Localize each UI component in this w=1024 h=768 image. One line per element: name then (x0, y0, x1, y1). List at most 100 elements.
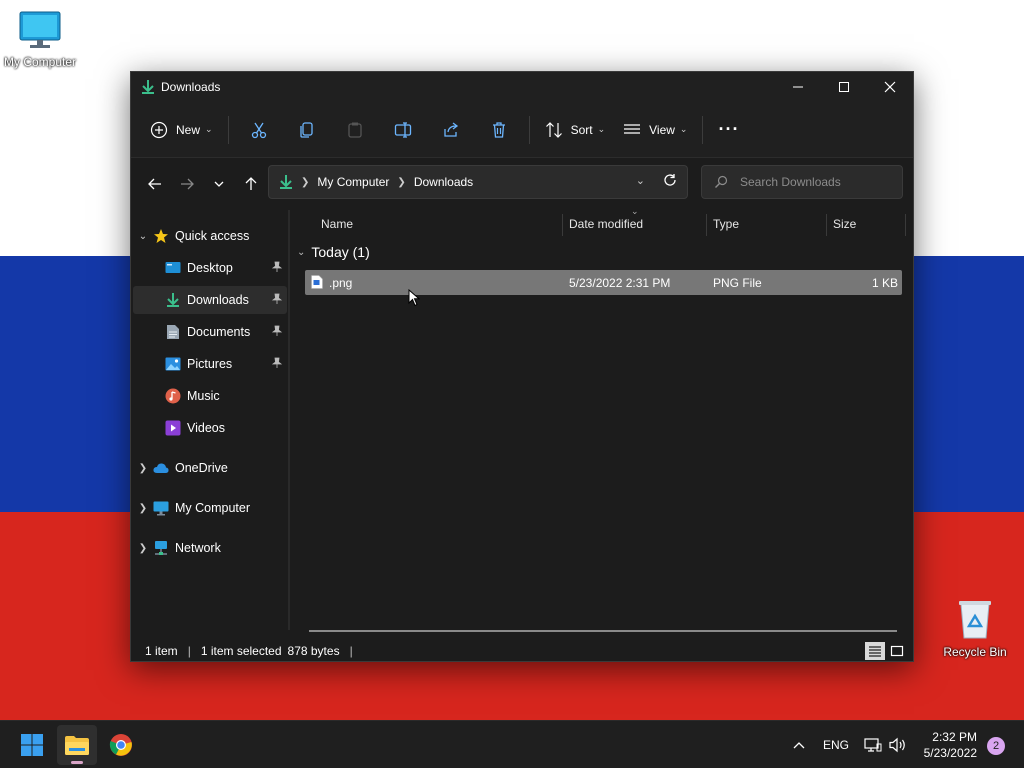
chevron-down-icon: ⌄ (597, 124, 606, 134)
recent-locations-button[interactable] (203, 169, 235, 199)
desktop-icon-label: Recycle Bin (943, 645, 1007, 659)
monitor-icon (153, 500, 169, 516)
status-divider: | (187, 644, 191, 658)
chevron-right-icon[interactable]: ❯ (133, 543, 153, 554)
monitor-icon (19, 11, 61, 48)
clock[interactable]: 2:32 PM 5/23/2022 (924, 729, 977, 761)
window-title: Downloads (161, 80, 221, 94)
share-button[interactable] (427, 113, 475, 147)
column-divider[interactable] (706, 214, 707, 236)
search-box[interactable]: Search Downloads (701, 165, 903, 199)
sidebar-item-desktop[interactable]: Desktop (133, 254, 287, 282)
more-options-button[interactable]: ··· (709, 113, 748, 147)
close-button[interactable] (867, 72, 913, 102)
pin-icon[interactable] (271, 261, 283, 276)
sidebar-item-quick-access[interactable]: ⌄ Quick access (133, 222, 287, 250)
pin-icon[interactable] (271, 357, 283, 372)
start-button[interactable] (12, 725, 52, 765)
delete-button[interactable] (475, 113, 523, 147)
sort-button[interactable]: Sort ⌄ (536, 113, 615, 147)
rename-icon (394, 121, 411, 138)
title-bar[interactable]: Downloads (131, 72, 913, 102)
show-hidden-icons-button[interactable] (792, 721, 806, 768)
taskbar-chrome[interactable] (101, 725, 141, 765)
address-history-chevron-icon[interactable]: ⌄ (636, 174, 645, 187)
sidebar-item-label: OneDrive (175, 461, 228, 475)
column-header-name[interactable]: Name (321, 210, 353, 238)
arrow-up-icon (245, 177, 257, 190)
sidebar-item-my-computer[interactable]: ❯ My Computer (133, 494, 287, 522)
search-placeholder: Search Downloads (740, 175, 841, 189)
column-header-size[interactable]: Size (833, 210, 856, 238)
sidebar-item-music[interactable]: Music (133, 382, 287, 410)
sidebar-item-label: Quick access (175, 229, 250, 243)
chevron-down-icon[interactable]: ⌄ (133, 231, 153, 242)
network-status-button[interactable] (864, 721, 882, 768)
sidebar-item-label: Documents (187, 325, 251, 339)
rename-button[interactable] (379, 113, 427, 147)
windows-logo-icon (21, 734, 43, 756)
sidebar-item-documents[interactable]: Documents (133, 318, 287, 346)
view-button[interactable]: View ⌄ (614, 113, 696, 147)
column-divider[interactable] (562, 214, 563, 236)
forward-button[interactable] (171, 169, 203, 199)
file-list: Name Date modified ⌄ Type Size ⌄ Today (… (291, 206, 913, 632)
download-icon (142, 80, 154, 94)
new-button[interactable]: New ⌄ (141, 113, 222, 147)
column-divider[interactable] (826, 214, 827, 236)
paste-button[interactable] (331, 113, 379, 147)
desktop-icon-my-computer[interactable]: My Computer (0, 10, 80, 69)
scissors-icon (251, 122, 266, 138)
pane-splitter[interactable] (288, 210, 290, 630)
chevron-down-icon[interactable]: ⌄ (297, 247, 305, 258)
mouse-cursor-icon (408, 288, 421, 310)
minimize-button[interactable] (775, 72, 821, 102)
group-header-today[interactable]: ⌄ Today (1) (297, 244, 370, 260)
column-header-type[interactable]: Type (713, 210, 739, 238)
details-view-button[interactable] (865, 642, 885, 660)
back-button[interactable] (139, 169, 171, 199)
sidebar-item-pictures[interactable]: Pictures (133, 350, 287, 378)
sidebar-item-downloads[interactable]: Downloads (133, 286, 287, 314)
input-language-button[interactable]: ENG (823, 721, 849, 768)
chevron-down-icon (214, 181, 224, 187)
toolbar-divider (528, 115, 530, 144)
sidebar-item-onedrive[interactable]: ❯ OneDrive (133, 454, 287, 482)
pin-icon[interactable] (271, 325, 283, 340)
running-indicator (71, 761, 83, 764)
arrow-left-icon (148, 178, 161, 190)
sidebar-item-network[interactable]: ❯ Network (133, 534, 287, 562)
pin-icon[interactable] (271, 293, 283, 308)
arrow-right-icon (181, 178, 194, 190)
view-switcher (863, 642, 907, 660)
refresh-button[interactable] (663, 173, 677, 190)
cloud-icon (153, 460, 169, 476)
chevron-right-icon[interactable]: ❯ (133, 503, 153, 514)
toolbar-divider (227, 115, 229, 144)
horizontal-scrollbar[interactable] (309, 630, 897, 632)
cut-button[interactable] (235, 113, 283, 147)
sort-label: Sort (570, 122, 593, 137)
breadcrumb-my-computer[interactable]: My Computer (317, 175, 389, 189)
breadcrumb-downloads[interactable]: Downloads (414, 175, 473, 189)
volume-button[interactable] (889, 721, 907, 768)
details-view-icon (869, 646, 881, 657)
network-icon (864, 738, 882, 752)
sidebar-item-label: Desktop (187, 261, 233, 275)
column-divider[interactable] (905, 214, 906, 236)
address-bar[interactable]: ❯ My Computer ❯ Downloads ⌄ (268, 165, 688, 199)
desktop-icon-recycle-bin[interactable]: Recycle Bin (935, 598, 1015, 659)
copy-button[interactable] (283, 113, 331, 147)
notification-badge[interactable]: 2 (987, 737, 1005, 755)
chevron-right-icon[interactable]: ❯ (133, 463, 153, 474)
sidebar-item-videos[interactable]: Videos (133, 414, 287, 442)
large-icons-view-button[interactable] (887, 642, 907, 660)
up-button[interactable] (235, 169, 267, 199)
sidebar-item-label: Music (187, 389, 220, 403)
taskbar-file-explorer[interactable] (57, 725, 97, 765)
breadcrumb-separator-icon: ❯ (397, 176, 406, 188)
column-header-label: Type (713, 217, 740, 231)
table-row[interactable]: .png 5/23/2022 2:31 PM PNG File 1 KB (305, 270, 902, 295)
folder-icon (65, 736, 89, 755)
maximize-button[interactable] (821, 72, 867, 102)
